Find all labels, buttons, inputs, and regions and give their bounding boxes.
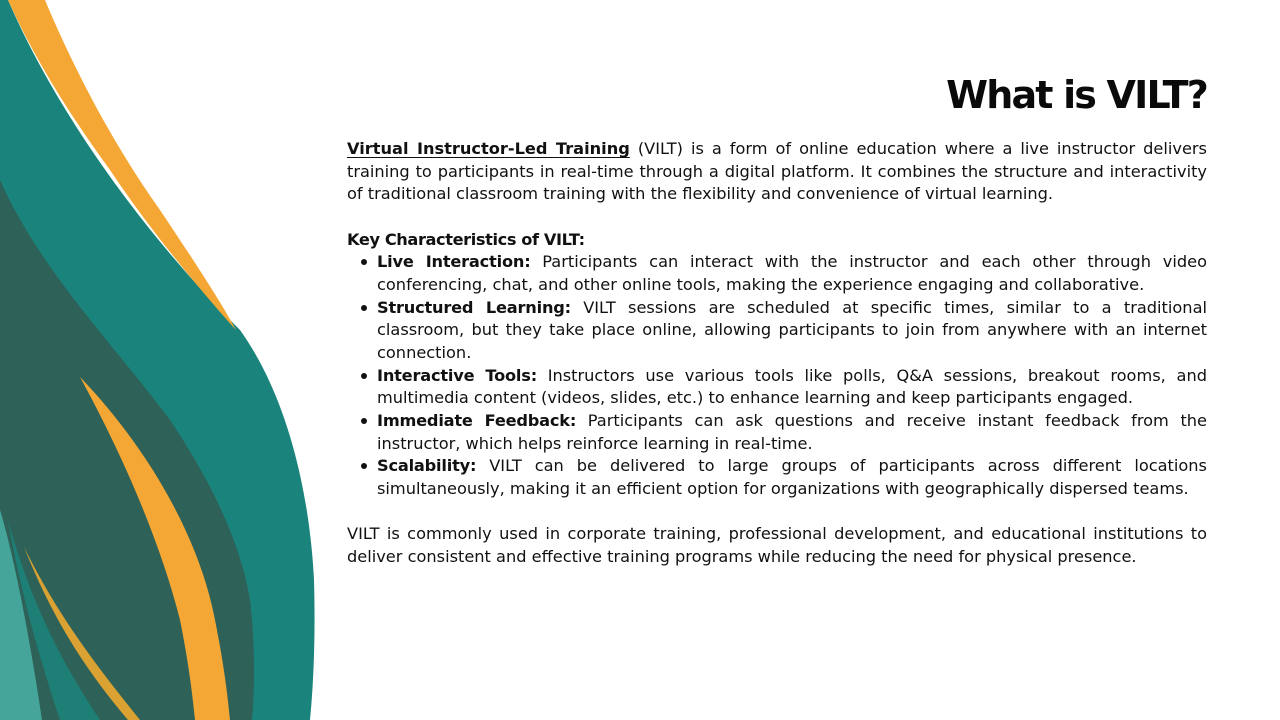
bullet-icon bbox=[361, 463, 367, 470]
bullet-icon bbox=[361, 304, 367, 311]
list-item-term: Live Interaction: bbox=[377, 252, 531, 272]
key-characteristics-list: Live Interaction: Participants can inter… bbox=[347, 251, 1207, 500]
list-item: Immediate Feedback: Participants can ask… bbox=[361, 410, 1207, 455]
key-characteristics-heading: Key Characteristics of VILT: bbox=[347, 229, 585, 249]
bullet-icon bbox=[361, 417, 367, 424]
slide-title: What is VILT? bbox=[946, 73, 1209, 117]
bullet-icon bbox=[361, 259, 367, 266]
bullet-icon bbox=[361, 372, 367, 379]
list-item: Interactive Tools: Instructors use vario… bbox=[361, 365, 1207, 410]
decorative-wave-graphic bbox=[0, 0, 315, 720]
list-item-term: Immediate Feedback: bbox=[377, 410, 577, 430]
intro-term: Virtual Instructor-Led Training bbox=[347, 139, 630, 158]
closing-paragraph: VILT is commonly used in corporate train… bbox=[347, 524, 1207, 566]
list-item-term: Structured Learning: bbox=[377, 297, 571, 317]
list-item-term: Scalability: bbox=[377, 456, 477, 476]
list-item: Structured Learning: VILT sessions are s… bbox=[361, 297, 1207, 365]
list-item: Scalability: VILT can be delivered to la… bbox=[361, 455, 1207, 500]
slide-body: Virtual Instructor-Led Training (VILT) i… bbox=[347, 138, 1207, 568]
slide: What is VILT? Virtual Instructor-Led Tra… bbox=[0, 0, 1280, 720]
list-item-term: Interactive Tools: bbox=[377, 365, 537, 385]
list-item: Live Interaction: Participants can inter… bbox=[361, 251, 1207, 296]
list-item-text: VILT can be delivered to large groups of… bbox=[377, 456, 1207, 498]
intro-paragraph: Virtual Instructor-Led Training (VILT) i… bbox=[347, 138, 1207, 206]
